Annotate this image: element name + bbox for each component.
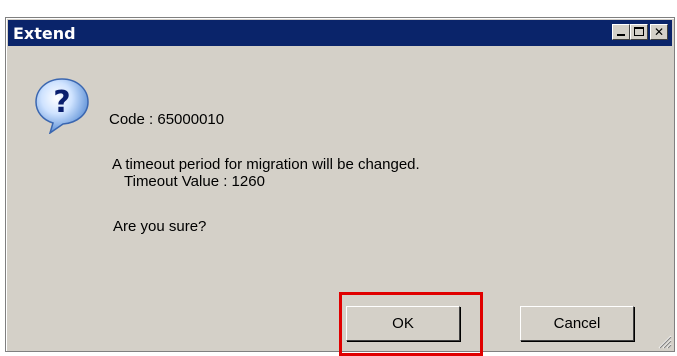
message-line-1: A timeout period for migration will be c… (112, 156, 420, 173)
cancel-button[interactable]: Cancel (520, 306, 634, 341)
dialog-window: Extend ✕ ? Code : 65000010 A timeout per… (5, 17, 675, 356)
message-line-2: Timeout Value : 1260 (124, 173, 265, 190)
maximize-button[interactable] (630, 24, 648, 40)
confirmation-question: Are you sure? (113, 218, 207, 235)
close-icon: ✕ (653, 25, 665, 39)
error-code: Code : 65000010 (109, 111, 225, 128)
ok-button[interactable]: OK (346, 306, 460, 341)
minimize-button[interactable] (612, 24, 630, 40)
window-title: Extend (13, 24, 76, 43)
resize-grip-icon[interactable] (656, 333, 672, 349)
svg-text:?: ? (53, 85, 70, 120)
close-button[interactable]: ✕ (650, 24, 668, 40)
minimize-icon (617, 34, 625, 36)
question-icon: ? (35, 78, 89, 134)
title-bar[interactable]: Extend ✕ (8, 20, 672, 46)
maximize-icon (634, 27, 644, 36)
